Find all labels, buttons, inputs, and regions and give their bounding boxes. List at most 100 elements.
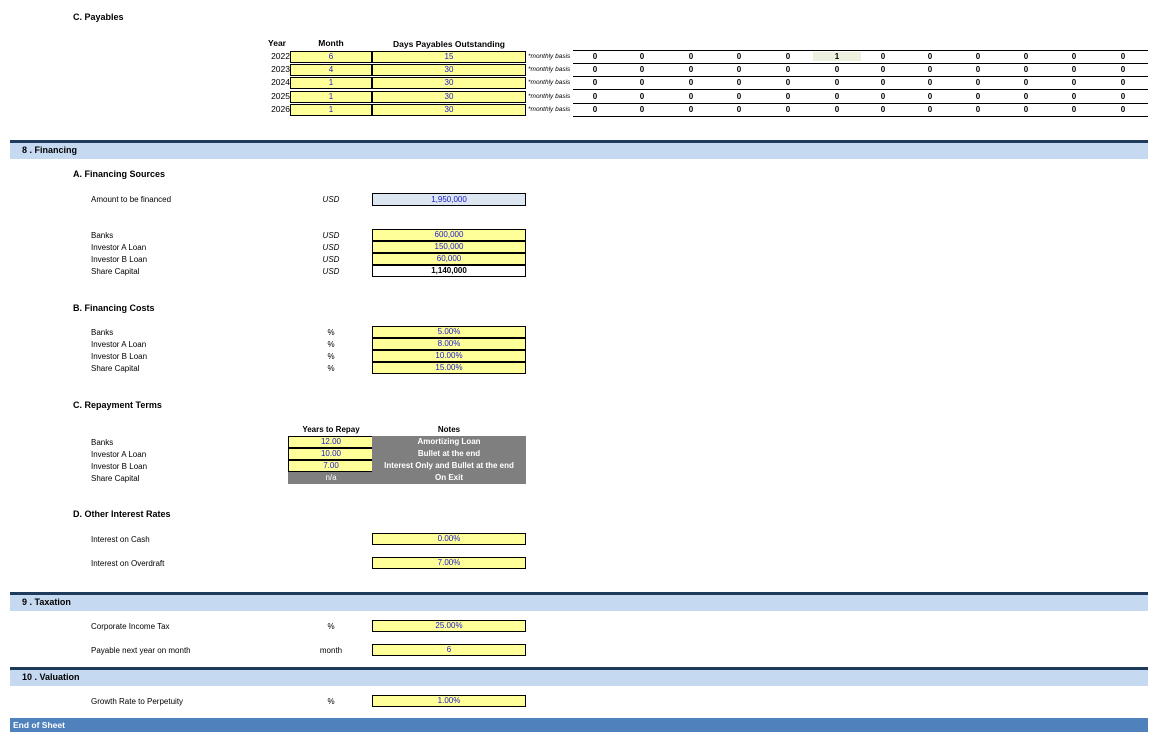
payables-month-cell: 0 (927, 104, 933, 114)
repay-label: Investor A Loan (91, 450, 147, 459)
payables-month-cell: 0 (785, 104, 791, 114)
payables-month-cell: 0 (1071, 65, 1077, 75)
payables-month-cell: 0 (688, 65, 694, 75)
repay-years-input: n/a (288, 472, 374, 484)
repay-years-input[interactable]: 10.00 (288, 448, 374, 460)
repayment-terms-title: C. Repayment Terms (73, 400, 162, 410)
payables-month-cell: 0 (688, 104, 694, 114)
payables-month-cell: 0 (975, 65, 981, 75)
payables-basis-note: *monthly basis (528, 92, 571, 100)
notes-header: Notes (437, 425, 461, 434)
payable-next-year-input[interactable]: 6 (372, 644, 526, 656)
month-header: Month (318, 38, 344, 48)
payables-dpo-input[interactable]: 30 (372, 64, 526, 77)
payables-month-input[interactable]: 4 (290, 64, 372, 77)
interest-on-cash-label: Interest on Cash (91, 535, 150, 544)
payables-month-cell: 0 (1120, 91, 1126, 101)
payables-month-cell: 0 (1023, 52, 1029, 61)
payables-dpo-input[interactable]: 30 (372, 103, 526, 116)
corporate-income-tax-input[interactable]: 25.00% (372, 620, 526, 632)
payables-month-cell: 0 (927, 78, 933, 88)
payables-month-cell: 0 (880, 91, 886, 101)
payables-month-cell: 0 (1120, 65, 1126, 75)
payables-month-cell: 0 (927, 52, 933, 61)
payables-year: 2025 (271, 90, 290, 101)
source-unit: USD (322, 267, 340, 276)
payables-month-cell: 0 (975, 52, 981, 61)
payables-month-cell: 0 (834, 65, 840, 75)
payables-basis-note: *monthly basis (528, 53, 571, 60)
payables-month-cell: 0 (880, 104, 886, 114)
source-unit: USD (322, 243, 340, 252)
payables-month-cell: 0 (1071, 52, 1077, 61)
payables-month-cell: 0 (736, 52, 742, 61)
payables-month-cell: 0 (927, 91, 933, 101)
source-value-input: 1,140,000 (372, 265, 526, 277)
payables-row-border (573, 89, 1148, 91)
payables-month-cell: 0 (927, 65, 933, 75)
cost-label: Banks (91, 328, 114, 337)
payables-month-cell: 0 (592, 91, 598, 101)
repay-notes-cell: Interest Only and Bullet at the end (372, 460, 526, 472)
valuation-section-title: 10 . Valuation (22, 672, 80, 682)
end-of-sheet-bar: End of Sheet (10, 718, 1148, 732)
payables-month-cell: 0 (1120, 104, 1126, 114)
source-value-input[interactable]: 150,000 (372, 241, 526, 253)
payables-dpo-input[interactable]: 30 (372, 90, 526, 103)
payables-month-cell: 0 (975, 104, 981, 114)
payables-row-border (573, 115, 1148, 117)
taxation-section-band: 9 . Taxation (10, 592, 1148, 611)
source-value-input[interactable]: 60,000 (372, 253, 526, 265)
source-unit: USD (322, 255, 340, 264)
payables-month-input[interactable]: 1 (290, 90, 372, 103)
payables-month-cell: 0 (639, 52, 645, 61)
payables-dpo-input[interactable]: 15 (372, 51, 526, 63)
years-to-repay-header: Years to Repay (302, 425, 360, 434)
payables-month-input[interactable]: 6 (290, 51, 372, 63)
cost-label: Investor B Loan (91, 352, 148, 361)
payables-month-cell: 0 (1023, 104, 1029, 114)
other-interest-title: D. Other Interest Rates (73, 509, 171, 519)
valuation-section-band: 10 . Valuation (10, 667, 1148, 686)
payables-year: 2023 (271, 64, 290, 75)
cost-label: Investor A Loan (91, 340, 147, 349)
cost-value-input[interactable]: 5.00% (372, 326, 526, 338)
payables-month-input[interactable]: 1 (290, 77, 372, 90)
source-unit: USD (322, 231, 340, 240)
financing-costs-title: B. Financing Costs (73, 303, 155, 313)
cost-value-input[interactable]: 8.00% (372, 338, 526, 350)
payables-month-cell: 0 (880, 52, 886, 61)
payables-dpo-input[interactable]: 30 (372, 77, 526, 90)
payables-month-cell: 0 (785, 91, 791, 101)
financing-sources-title: A. Financing Sources (73, 169, 166, 179)
financing-section-band: 8 . Financing (10, 140, 1148, 159)
interest-on-overdraft-label: Interest on Overdraft (91, 559, 165, 568)
cost-value-input[interactable]: 10.00% (372, 350, 526, 362)
interest-on-overdraft-input[interactable]: 7.00% (372, 557, 526, 569)
payables-month-cell: 0 (785, 65, 791, 75)
dpo-header: Days Payables Outstanding (393, 39, 505, 49)
payables-month-cell: 0 (639, 65, 645, 75)
payables-top-border (573, 50, 1148, 51)
cost-unit: % (327, 328, 335, 337)
source-value-input[interactable]: 600,000 (372, 229, 526, 241)
payables-month-input[interactable]: 1 (290, 103, 372, 116)
repay-label: Banks (91, 438, 114, 447)
interest-on-cash-input[interactable]: 0.00% (372, 533, 526, 545)
payables-month-cell: 0 (834, 78, 840, 88)
payables-basis-note: *monthly basis (528, 79, 571, 87)
payables-month-cell: 0 (1023, 78, 1029, 88)
cost-label: Share Capital (91, 364, 140, 373)
corporate-income-tax-label: Corporate Income Tax (91, 622, 170, 631)
repay-years-input[interactable]: 7.00 (288, 460, 374, 472)
growth-rate-input[interactable]: 1.00% (372, 695, 526, 707)
cost-unit: % (327, 352, 335, 361)
cost-unit: % (327, 340, 335, 349)
repay-years-input[interactable]: 12.00 (288, 436, 374, 448)
payables-basis-note: *monthly basis (528, 105, 571, 113)
payables-row-border (573, 76, 1148, 78)
payables-year: 2024 (271, 77, 290, 88)
cost-value-input[interactable]: 15.00% (372, 362, 526, 374)
payables-month-cell: 0 (834, 91, 840, 101)
taxation-section-title: 9 . Taxation (22, 597, 71, 607)
